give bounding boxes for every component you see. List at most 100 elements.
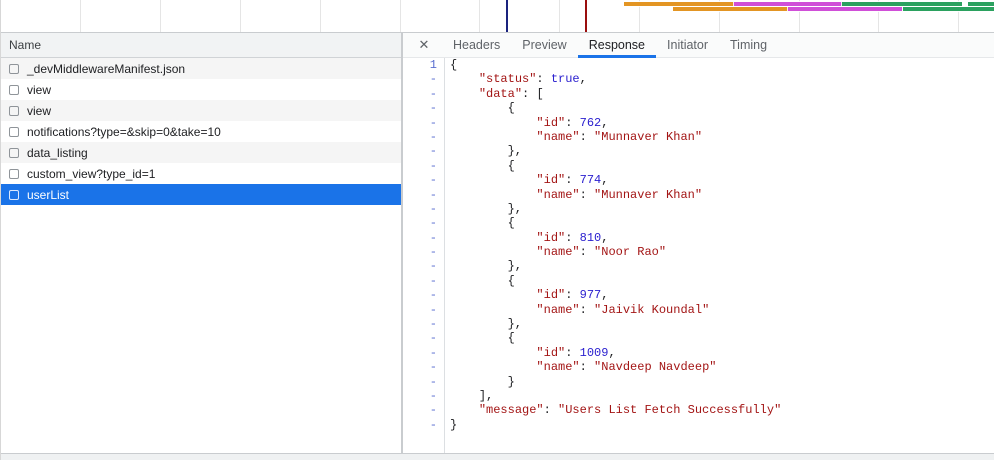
code-line: - }, (403, 144, 994, 158)
line-number: - (403, 116, 444, 130)
line-number: - (403, 159, 444, 173)
resource-type-icon (9, 169, 19, 179)
request-name-label: userList (27, 188, 69, 202)
tab-timing[interactable]: Timing (719, 33, 778, 57)
request-details-panel: ✕ HeadersPreviewResponseInitiatorTiming … (403, 33, 994, 453)
code-line: - { (403, 159, 994, 173)
response-body-viewer[interactable]: 1{- "status": true,- "data": [- {- "id":… (403, 58, 994, 453)
tab-headers[interactable]: Headers (442, 33, 511, 57)
timeline-gridline (400, 0, 401, 32)
details-tabbar: ✕ HeadersPreviewResponseInitiatorTiming (403, 33, 994, 58)
devtools-network-panel: Name _devMiddlewareManifest.jsonviewview… (0, 0, 994, 460)
code-line: - "id": 977, (403, 288, 994, 302)
code-line: - "status": true, (403, 72, 994, 86)
code-text: "name": "Navdeep Navdeep" (444, 360, 716, 374)
request-name-label: _devMiddlewareManifest.json (27, 62, 185, 76)
code-line: - "id": 1009, (403, 346, 994, 360)
gutter-divider (444, 58, 445, 453)
code-line: - "id": 762, (403, 116, 994, 130)
waterfall-bar (842, 2, 962, 6)
line-number: - (403, 375, 444, 389)
request-name-label: data_listing (27, 146, 88, 160)
requests-panel: Name _devMiddlewareManifest.jsonviewview… (1, 33, 401, 453)
code-text: "id": 1009, (444, 346, 616, 360)
code-text: { (444, 101, 515, 115)
line-number: - (403, 245, 444, 259)
code-line: - { (403, 274, 994, 288)
request-row[interactable]: userList (1, 184, 401, 205)
code-text: "id": 977, (444, 288, 608, 302)
code-text: }, (444, 259, 522, 273)
request-row[interactable]: custom_view?type_id=1 (1, 163, 401, 184)
line-number: - (403, 144, 444, 158)
waterfall-bar (734, 2, 842, 6)
line-number: - (403, 188, 444, 202)
waterfall-bar (968, 2, 994, 6)
close-icon[interactable]: ✕ (416, 33, 432, 57)
line-number: - (403, 288, 444, 302)
timeline-gridline (320, 0, 321, 32)
code-text: }, (444, 202, 522, 216)
code-line: - { (403, 216, 994, 230)
response-code-lines: 1{- "status": true,- "data": [- {- "id":… (403, 58, 994, 432)
code-text: "name": "Munnaver Khan" (444, 130, 702, 144)
code-line: - ], (403, 389, 994, 403)
line-number: - (403, 202, 444, 216)
code-text: "name": "Noor Rao" (444, 245, 666, 259)
bottom-toolbar (1, 453, 994, 460)
network-overview-timeline[interactable] (1, 0, 994, 33)
tab-initiator[interactable]: Initiator (656, 33, 719, 57)
code-text: { (444, 331, 515, 345)
code-line: - "name": "Noor Rao" (403, 245, 994, 259)
timeline-gridline (479, 0, 480, 32)
code-text: }, (444, 317, 522, 331)
request-row[interactable]: _devMiddlewareManifest.json (1, 58, 401, 79)
code-text: "status": true, (444, 72, 587, 86)
code-text: { (444, 274, 515, 288)
details-tabs: HeadersPreviewResponseInitiatorTiming (442, 33, 778, 57)
code-text: "id": 762, (444, 116, 608, 130)
tab-preview[interactable]: Preview (511, 33, 577, 57)
code-text: "name": "Munnaver Khan" (444, 188, 702, 202)
line-number: - (403, 303, 444, 317)
waterfall-bar (788, 7, 902, 11)
code-line: - "name": "Jaivik Koundal" (403, 303, 994, 317)
line-number: - (403, 259, 444, 273)
request-row[interactable]: view (1, 79, 401, 100)
code-line: - { (403, 101, 994, 115)
resource-type-icon (9, 127, 19, 137)
code-text: { (444, 159, 515, 173)
waterfall-bar (624, 2, 734, 6)
code-line: - }, (403, 317, 994, 331)
code-line: - { (403, 331, 994, 345)
code-text: "id": 810, (444, 231, 608, 245)
code-line: - "name": "Munnaver Khan" (403, 188, 994, 202)
code-line: 1{ (403, 58, 994, 72)
line-number: - (403, 346, 444, 360)
line-number: - (403, 72, 444, 86)
request-row[interactable]: view (1, 100, 401, 121)
dom-content-loaded-marker (506, 0, 508, 32)
code-line: - "name": "Navdeep Navdeep" (403, 360, 994, 374)
request-row[interactable]: notifications?type=&skip=0&take=10 (1, 121, 401, 142)
request-name-label: custom_view?type_id=1 (27, 167, 155, 181)
request-row[interactable]: data_listing (1, 142, 401, 163)
code-text: "data": [ (444, 87, 544, 101)
line-number: - (403, 331, 444, 345)
code-line: - "data": [ (403, 87, 994, 101)
timeline-gridline (240, 0, 241, 32)
code-text: "name": "Jaivik Koundal" (444, 303, 709, 317)
code-line: - "id": 774, (403, 173, 994, 187)
name-column-header[interactable]: Name (1, 33, 401, 58)
code-text: ], (444, 389, 493, 403)
resource-type-icon (9, 148, 19, 158)
code-line: -} (403, 418, 994, 432)
code-text: { (444, 216, 515, 230)
resource-type-icon (9, 85, 19, 95)
code-line: - "message": "Users List Fetch Successfu… (403, 403, 994, 417)
request-name-label: notifications?type=&skip=0&take=10 (27, 125, 221, 139)
line-number: - (403, 173, 444, 187)
line-number: - (403, 87, 444, 101)
waterfall-bar (673, 7, 788, 11)
tab-response[interactable]: Response (578, 33, 656, 57)
